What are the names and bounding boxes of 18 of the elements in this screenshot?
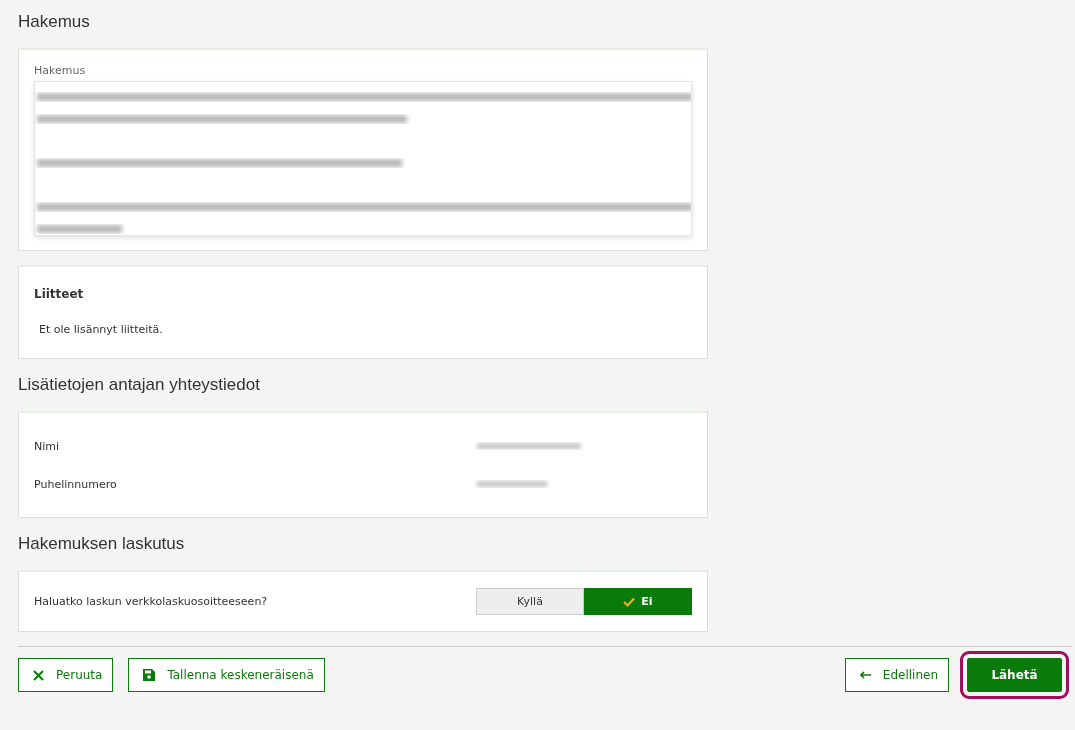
empty-message: Et ole lisännyt liitteitä. bbox=[38, 323, 164, 336]
section-heading: Hakemuksen laskutus bbox=[18, 533, 186, 555]
close-icon bbox=[33, 669, 44, 681]
field-label: Puhelinnumero bbox=[34, 477, 118, 491]
field-label: Nimi bbox=[34, 439, 61, 453]
previous-button[interactable]: Edellinen bbox=[844, 658, 949, 692]
question-label: Haluatko laskun verkkolaskuosoitteeseen? bbox=[34, 595, 268, 608]
toggle-option[interactable]: Kyllä bbox=[476, 588, 584, 615]
check-icon bbox=[623, 596, 636, 607]
save-draft-button[interactable]: Tallenna keskeneräisenä bbox=[128, 658, 325, 692]
section-heading: Hakemus bbox=[18, 11, 91, 33]
section-heading: Lisätietojen antajan yhteystiedot bbox=[18, 374, 261, 396]
save-icon bbox=[143, 669, 156, 681]
left-arrow-icon bbox=[859, 671, 871, 679]
field-label: Hakemus bbox=[34, 64, 87, 77]
card-title: Liitteet bbox=[34, 287, 85, 301]
toggle-option[interactable]: Ei bbox=[584, 588, 692, 615]
cancel-button[interactable]: Peruuta bbox=[18, 658, 114, 692]
